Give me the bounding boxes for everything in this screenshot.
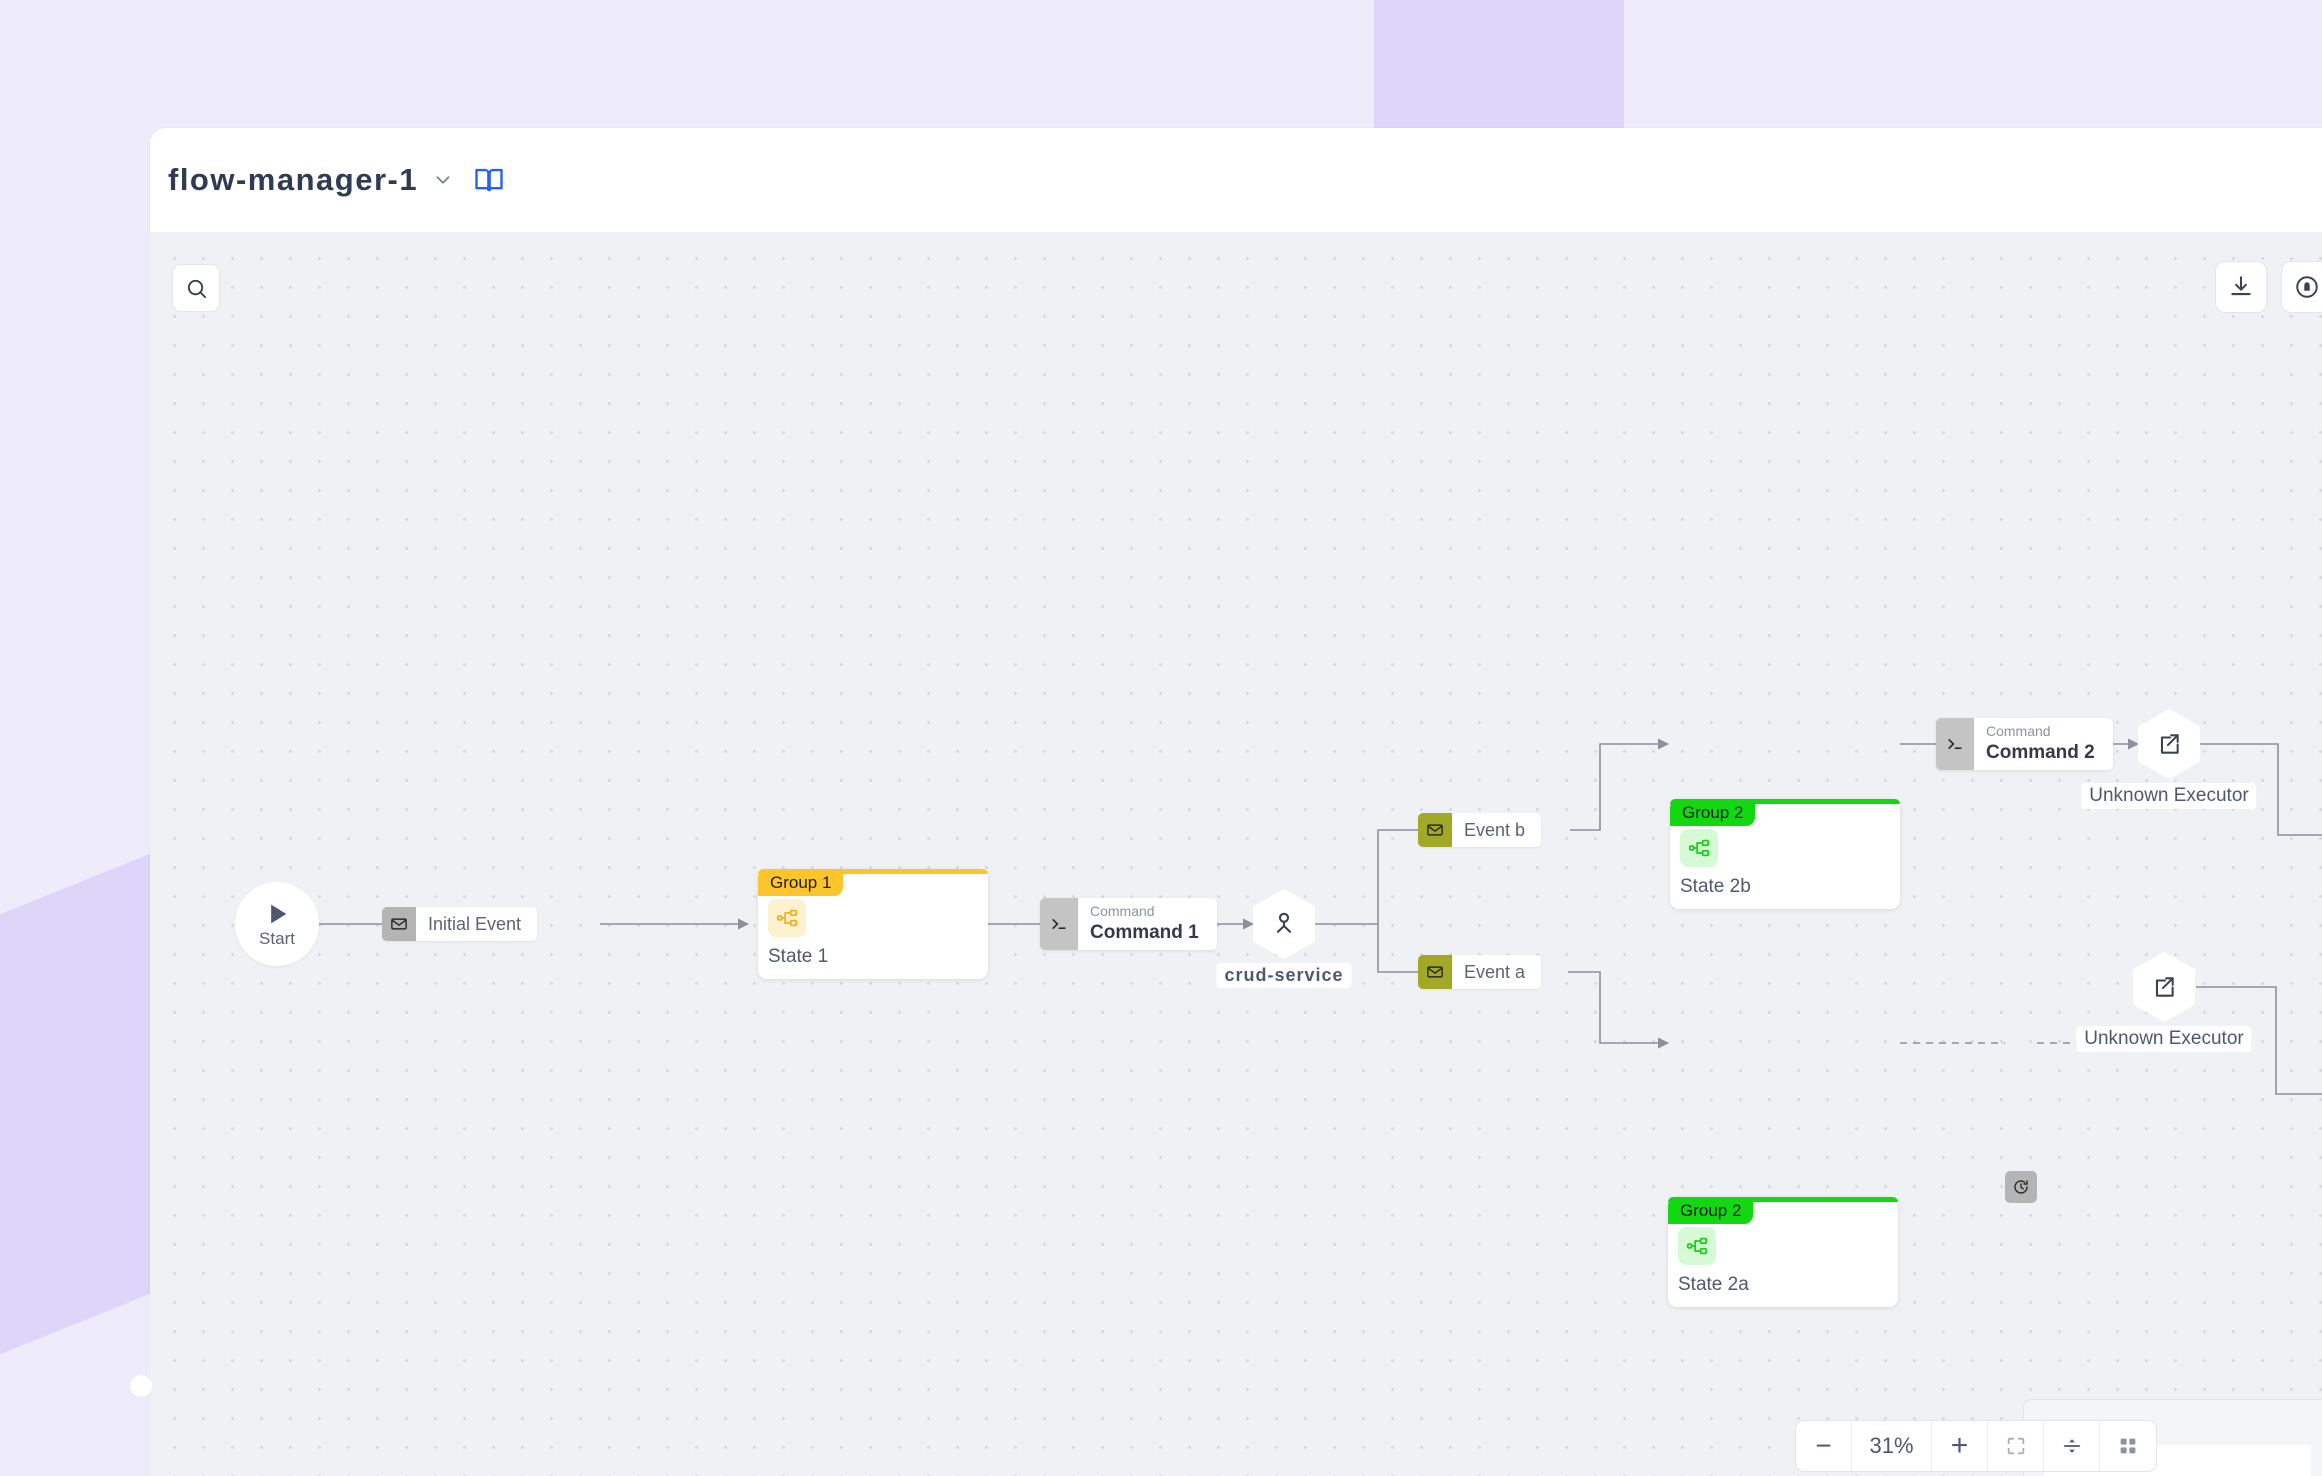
hierarchy-icon: [768, 899, 806, 937]
plus-icon: +: [1951, 1431, 1969, 1461]
state-label: State 2a: [1678, 1274, 1898, 1296]
event-label: Event a: [1452, 962, 1541, 983]
app-header: flow-manager-1 Go to micro: [150, 128, 2322, 232]
envelope-icon: [1418, 955, 1452, 989]
zoom-out-button[interactable]: −: [1796, 1421, 1852, 1471]
command-node-command-2[interactable]: Command Command 2: [1936, 718, 2113, 770]
interactivity-icon: [2061, 1435, 2083, 1457]
group-badge: Group 2: [1670, 799, 1755, 826]
toggle-interactivity-button[interactable]: [2044, 1421, 2100, 1471]
group-badge: Group 1: [758, 869, 843, 896]
zoom-controls: − 31% +: [1795, 1420, 2157, 1472]
external-link-icon: [2156, 731, 2182, 757]
envelope-icon: [1418, 813, 1452, 847]
state-label: State 2b: [1680, 876, 1900, 898]
zoom-level-label[interactable]: 31%: [1852, 1421, 1932, 1471]
service-node-icon: [1269, 909, 1299, 939]
terminal-icon: [1936, 718, 1974, 770]
service-node-unknown-executor-top[interactable]: Unknown Executor: [2138, 709, 2200, 779]
event-label: Initial Event: [416, 914, 537, 935]
event-node-event-a[interactable]: Event a: [1418, 955, 1541, 989]
terminal-icon: [1040, 898, 1078, 950]
minus-icon: −: [1815, 1432, 1831, 1460]
command-name: Command 2: [1986, 741, 2095, 765]
group-badge: Group 2: [1668, 1197, 1753, 1224]
service-node-unknown-executor-bottom[interactable]: Unknown Executor: [2133, 952, 2195, 1022]
book-open-icon[interactable]: [474, 165, 504, 195]
deco-circle-left: [130, 1375, 152, 1397]
event-label: Event b: [1452, 820, 1541, 841]
service-hexagon: [2133, 952, 2195, 1022]
zoom-in-button[interactable]: +: [1932, 1421, 1988, 1471]
grid-icon: [2117, 1435, 2139, 1457]
event-node-event-b[interactable]: Event b: [1418, 813, 1541, 847]
service-hexagon: [2138, 709, 2200, 779]
envelope-icon: [382, 907, 416, 941]
command-node-command-1[interactable]: Command Command 1: [1040, 898, 1217, 950]
hierarchy-icon: [1680, 829, 1718, 867]
flow-edges: [150, 232, 2322, 1476]
command-name: Command 1: [1090, 921, 1199, 945]
page-title: flow-manager-1: [168, 162, 418, 198]
deco-band-top: [1374, 0, 1624, 130]
state-node-state-1[interactable]: Group 1 State 1: [758, 869, 988, 979]
service-label: Unknown Executor: [2081, 783, 2256, 809]
chevron-down-icon[interactable]: [432, 169, 454, 191]
command-kind: Command: [1090, 903, 1199, 921]
service-hexagon: [1253, 889, 1315, 959]
flow-graph: Start Initial Event Group 1: [150, 232, 2322, 1476]
event-node-initial-event[interactable]: Initial Event: [382, 907, 537, 941]
external-link-icon: [2151, 974, 2177, 1000]
state-node-state-2a[interactable]: Group 2 State 2a: [1668, 1197, 1898, 1307]
fit-view-icon: [2005, 1435, 2027, 1457]
hierarchy-icon: [1678, 1227, 1716, 1265]
toggle-grid-button[interactable]: [2100, 1421, 2156, 1471]
service-node-crud-service[interactable]: crud-service: [1253, 889, 1315, 959]
start-node-label: Start: [259, 929, 295, 949]
service-label: Unknown Executor: [2076, 1026, 2251, 1052]
state-node-state-2b[interactable]: Group 2 State 2b: [1670, 799, 1900, 909]
flow-canvas[interactable]: + Add state: [150, 232, 2322, 1476]
command-kind: Command: [1986, 723, 2095, 741]
title-group: flow-manager-1: [168, 162, 504, 198]
play-icon: [263, 900, 291, 928]
fit-view-button[interactable]: [1988, 1421, 2044, 1471]
timer-icon[interactable]: [2005, 1171, 2037, 1203]
start-node[interactable]: Start: [235, 882, 319, 966]
state-label: State 1: [768, 946, 988, 968]
service-label: crud-service: [1216, 963, 1351, 988]
app-window: flow-manager-1 Go to micro: [150, 128, 2322, 1476]
